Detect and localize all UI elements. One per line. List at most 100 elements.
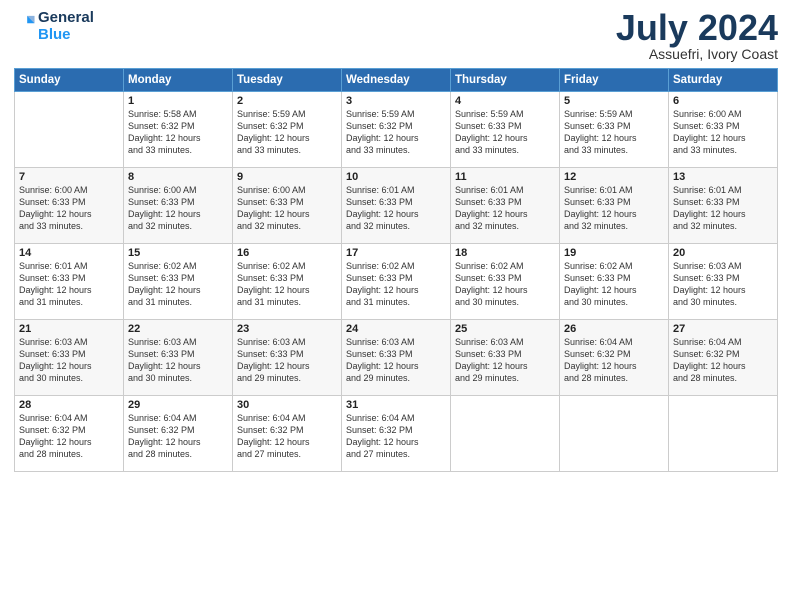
day-number: 28 — [19, 399, 119, 411]
day-info: Sunrise: 6:00 AM Sunset: 6:33 PM Dayligh… — [237, 184, 337, 233]
logo-icon — [14, 13, 36, 35]
calendar-cell: 21Sunrise: 6:03 AM Sunset: 6:33 PM Dayli… — [15, 320, 124, 396]
calendar-cell: 8Sunrise: 6:00 AM Sunset: 6:33 PM Daylig… — [124, 168, 233, 244]
day-info: Sunrise: 6:04 AM Sunset: 6:32 PM Dayligh… — [564, 336, 664, 385]
calendar-week-row: 1Sunrise: 5:58 AM Sunset: 6:32 PM Daylig… — [15, 92, 778, 168]
calendar-cell: 22Sunrise: 6:03 AM Sunset: 6:33 PM Dayli… — [124, 320, 233, 396]
day-info: Sunrise: 6:02 AM Sunset: 6:33 PM Dayligh… — [128, 260, 228, 309]
day-number: 5 — [564, 95, 664, 107]
col-monday: Monday — [124, 69, 233, 92]
day-info: Sunrise: 6:04 AM Sunset: 6:32 PM Dayligh… — [19, 412, 119, 461]
calendar-cell: 9Sunrise: 6:00 AM Sunset: 6:33 PM Daylig… — [233, 168, 342, 244]
day-info: Sunrise: 6:02 AM Sunset: 6:33 PM Dayligh… — [564, 260, 664, 309]
day-number: 2 — [237, 95, 337, 107]
day-info: Sunrise: 6:01 AM Sunset: 6:33 PM Dayligh… — [673, 184, 773, 233]
calendar-cell: 25Sunrise: 6:03 AM Sunset: 6:33 PM Dayli… — [451, 320, 560, 396]
calendar-cell: 6Sunrise: 6:00 AM Sunset: 6:33 PM Daylig… — [669, 92, 778, 168]
day-info: Sunrise: 6:02 AM Sunset: 6:33 PM Dayligh… — [346, 260, 446, 309]
col-saturday: Saturday — [669, 69, 778, 92]
calendar-cell: 23Sunrise: 6:03 AM Sunset: 6:33 PM Dayli… — [233, 320, 342, 396]
day-number: 7 — [19, 171, 119, 183]
day-number: 13 — [673, 171, 773, 183]
day-info: Sunrise: 6:01 AM Sunset: 6:33 PM Dayligh… — [346, 184, 446, 233]
day-number: 18 — [455, 247, 555, 259]
day-number: 16 — [237, 247, 337, 259]
day-number: 24 — [346, 323, 446, 335]
calendar-cell: 1Sunrise: 5:58 AM Sunset: 6:32 PM Daylig… — [124, 92, 233, 168]
calendar-cell: 4Sunrise: 5:59 AM Sunset: 6:33 PM Daylig… — [451, 92, 560, 168]
day-info: Sunrise: 5:59 AM Sunset: 6:33 PM Dayligh… — [455, 108, 555, 157]
day-number: 22 — [128, 323, 228, 335]
page-container: General Blue July 2024 Assuefri, Ivory C… — [0, 0, 792, 482]
day-info: Sunrise: 6:04 AM Sunset: 6:32 PM Dayligh… — [128, 412, 228, 461]
calendar-cell: 15Sunrise: 6:02 AM Sunset: 6:33 PM Dayli… — [124, 244, 233, 320]
day-info: Sunrise: 6:03 AM Sunset: 6:33 PM Dayligh… — [128, 336, 228, 385]
calendar-cell: 2Sunrise: 5:59 AM Sunset: 6:32 PM Daylig… — [233, 92, 342, 168]
calendar-cell: 12Sunrise: 6:01 AM Sunset: 6:33 PM Dayli… — [560, 168, 669, 244]
day-number: 8 — [128, 171, 228, 183]
day-info: Sunrise: 6:03 AM Sunset: 6:33 PM Dayligh… — [673, 260, 773, 309]
day-number: 19 — [564, 247, 664, 259]
day-number: 25 — [455, 323, 555, 335]
calendar-cell — [15, 92, 124, 168]
calendar-cell: 18Sunrise: 6:02 AM Sunset: 6:33 PM Dayli… — [451, 244, 560, 320]
col-sunday: Sunday — [15, 69, 124, 92]
calendar-week-row: 14Sunrise: 6:01 AM Sunset: 6:33 PM Dayli… — [15, 244, 778, 320]
day-number: 29 — [128, 399, 228, 411]
calendar-cell — [669, 396, 778, 472]
month-title: July 2024 — [616, 10, 778, 46]
day-number: 14 — [19, 247, 119, 259]
day-info: Sunrise: 5:59 AM Sunset: 6:33 PM Dayligh… — [564, 108, 664, 157]
day-number: 3 — [346, 95, 446, 107]
calendar-cell — [560, 396, 669, 472]
day-number: 31 — [346, 399, 446, 411]
day-info: Sunrise: 6:04 AM Sunset: 6:32 PM Dayligh… — [673, 336, 773, 385]
logo-line1: General — [38, 10, 94, 27]
day-info: Sunrise: 6:03 AM Sunset: 6:33 PM Dayligh… — [455, 336, 555, 385]
day-number: 30 — [237, 399, 337, 411]
day-info: Sunrise: 6:03 AM Sunset: 6:33 PM Dayligh… — [19, 336, 119, 385]
calendar-week-row: 21Sunrise: 6:03 AM Sunset: 6:33 PM Dayli… — [15, 320, 778, 396]
calendar-cell: 29Sunrise: 6:04 AM Sunset: 6:32 PM Dayli… — [124, 396, 233, 472]
day-number: 6 — [673, 95, 773, 107]
calendar-cell: 5Sunrise: 5:59 AM Sunset: 6:33 PM Daylig… — [560, 92, 669, 168]
day-number: 10 — [346, 171, 446, 183]
logo-line2: Blue — [38, 27, 94, 44]
day-info: Sunrise: 6:02 AM Sunset: 6:33 PM Dayligh… — [237, 260, 337, 309]
day-info: Sunrise: 6:01 AM Sunset: 6:33 PM Dayligh… — [455, 184, 555, 233]
day-info: Sunrise: 6:00 AM Sunset: 6:33 PM Dayligh… — [19, 184, 119, 233]
day-number: 1 — [128, 95, 228, 107]
calendar-cell: 19Sunrise: 6:02 AM Sunset: 6:33 PM Dayli… — [560, 244, 669, 320]
location-subtitle: Assuefri, Ivory Coast — [616, 46, 778, 62]
day-info: Sunrise: 5:59 AM Sunset: 6:32 PM Dayligh… — [237, 108, 337, 157]
col-thursday: Thursday — [451, 69, 560, 92]
day-info: Sunrise: 6:00 AM Sunset: 6:33 PM Dayligh… — [128, 184, 228, 233]
day-info: Sunrise: 6:04 AM Sunset: 6:32 PM Dayligh… — [237, 412, 337, 461]
day-number: 26 — [564, 323, 664, 335]
header-row: Sunday Monday Tuesday Wednesday Thursday… — [15, 69, 778, 92]
calendar-cell: 26Sunrise: 6:04 AM Sunset: 6:32 PM Dayli… — [560, 320, 669, 396]
day-number: 17 — [346, 247, 446, 259]
day-number: 23 — [237, 323, 337, 335]
col-friday: Friday — [560, 69, 669, 92]
calendar-cell: 11Sunrise: 6:01 AM Sunset: 6:33 PM Dayli… — [451, 168, 560, 244]
calendar-cell: 7Sunrise: 6:00 AM Sunset: 6:33 PM Daylig… — [15, 168, 124, 244]
calendar-week-row: 7Sunrise: 6:00 AM Sunset: 6:33 PM Daylig… — [15, 168, 778, 244]
calendar-cell: 20Sunrise: 6:03 AM Sunset: 6:33 PM Dayli… — [669, 244, 778, 320]
col-wednesday: Wednesday — [342, 69, 451, 92]
calendar-cell: 16Sunrise: 6:02 AM Sunset: 6:33 PM Dayli… — [233, 244, 342, 320]
calendar-cell: 10Sunrise: 6:01 AM Sunset: 6:33 PM Dayli… — [342, 168, 451, 244]
day-info: Sunrise: 6:01 AM Sunset: 6:33 PM Dayligh… — [19, 260, 119, 309]
calendar-cell — [451, 396, 560, 472]
title-area: July 2024 Assuefri, Ivory Coast — [616, 10, 778, 62]
day-number: 4 — [455, 95, 555, 107]
calendar-week-row: 28Sunrise: 6:04 AM Sunset: 6:32 PM Dayli… — [15, 396, 778, 472]
day-number: 12 — [564, 171, 664, 183]
day-info: Sunrise: 5:59 AM Sunset: 6:32 PM Dayligh… — [346, 108, 446, 157]
calendar-cell: 27Sunrise: 6:04 AM Sunset: 6:32 PM Dayli… — [669, 320, 778, 396]
day-number: 9 — [237, 171, 337, 183]
calendar-cell: 13Sunrise: 6:01 AM Sunset: 6:33 PM Dayli… — [669, 168, 778, 244]
calendar-cell: 30Sunrise: 6:04 AM Sunset: 6:32 PM Dayli… — [233, 396, 342, 472]
calendar-cell: 24Sunrise: 6:03 AM Sunset: 6:33 PM Dayli… — [342, 320, 451, 396]
calendar-cell: 17Sunrise: 6:02 AM Sunset: 6:33 PM Dayli… — [342, 244, 451, 320]
